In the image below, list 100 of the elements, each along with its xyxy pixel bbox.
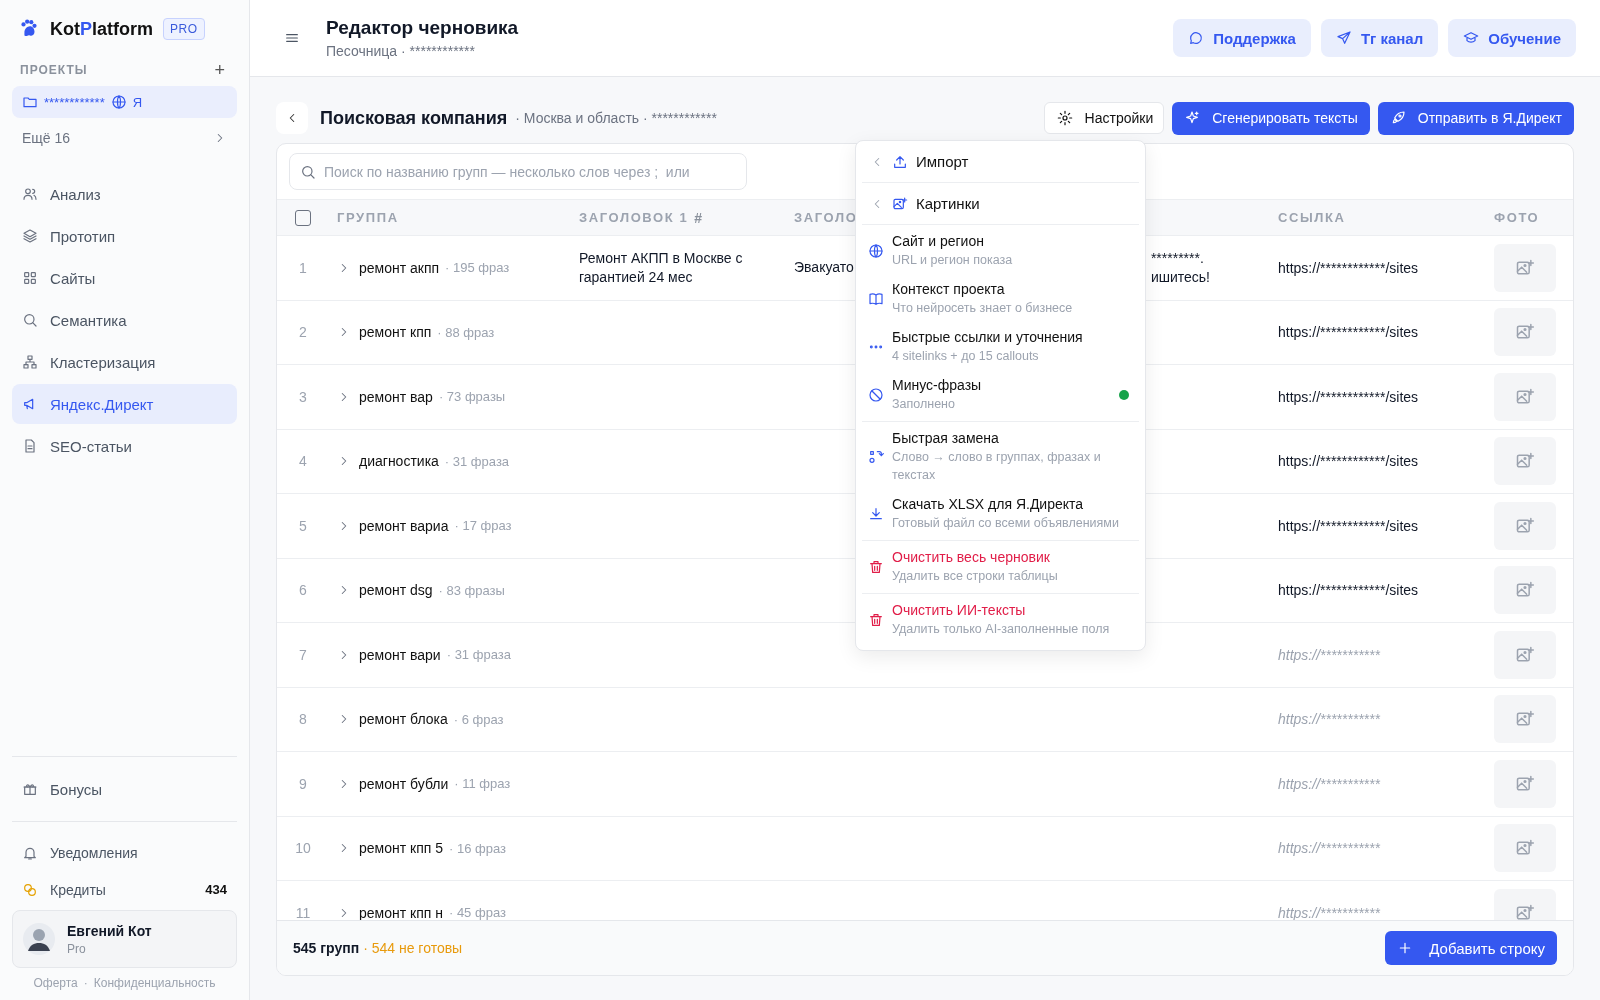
notifications-item[interactable]: Уведомления [12, 834, 237, 871]
layers-icon [22, 228, 38, 244]
header-button[interactable]: Тг канал [1320, 19, 1439, 57]
add-photo-button[interactable] [1494, 630, 1556, 679]
send-button[interactable]: Отправить в Я.Директ [1377, 101, 1574, 135]
search-engine-label: Я [132, 94, 143, 110]
page-subtitle: Песочница · ************ [326, 43, 476, 59]
phrase-count: · 17 фраз [454, 518, 512, 534]
image-plus-icon [1515, 257, 1535, 278]
separator-dot: · [83, 976, 88, 990]
nav-item[interactable]: Яндекс.Директ [12, 384, 237, 424]
phrase-count: · 45 фраз [448, 905, 506, 920]
menu-item-title: Скачать XLSX для Я.Директа [892, 496, 1085, 512]
row-number: 10 [295, 840, 311, 857]
group-total: 545 групп [293, 940, 360, 956]
select-all-checkbox[interactable] [295, 209, 311, 226]
user-card[interactable]: Евгений Кот Pro [12, 910, 237, 968]
group-name: ремонт dsg [359, 582, 433, 599]
nav-item[interactable]: Семантика [12, 300, 237, 340]
add-photo-button[interactable] [1494, 308, 1556, 357]
credits-item[interactable]: Кредиты 434 [12, 871, 237, 908]
menu-item[interactable]: Очистить весь черновик Удалить все строки таблицы [862, 543, 1139, 591]
menu-item-title: Очистить весь черновик [892, 549, 1051, 565]
menu-item[interactable]: Очистить ИИ-тексты Удалить только AI-заполненные поля [862, 596, 1139, 644]
more-label: Ещё 16 [22, 130, 71, 146]
generate-button[interactable]: Сгенерировать тексты [1172, 101, 1370, 135]
column-header: ЗАГОЛОВОК 1 [579, 210, 689, 225]
image-plus-icon [1515, 386, 1535, 407]
settings-button[interactable]: Настройки [1043, 102, 1165, 134]
url-cell: https://************/sites [1278, 582, 1419, 599]
nav-item[interactable]: Анализ [12, 174, 237, 214]
url-cell: https://************/sites [1278, 453, 1419, 470]
add-row-button[interactable]: Добавить строку [1385, 931, 1557, 965]
nav-item[interactable]: SEO-статьи [12, 426, 237, 466]
submenu-item[interactable]: Импорт [862, 143, 1139, 180]
add-project-button[interactable]: + [210, 59, 229, 81]
project-item[interactable]: ************ Я [12, 86, 237, 118]
phrase-count: · 16 фраз [449, 840, 506, 856]
folder-icon [22, 94, 38, 110]
menu-item[interactable]: Скачать XLSX для Я.Директа Готовый файл со всеми объявлениями [862, 490, 1139, 538]
add-photo-button[interactable] [1494, 759, 1556, 808]
add-photo-button[interactable] [1494, 501, 1556, 550]
submenu-item[interactable]: Картинки [862, 185, 1139, 222]
phrase-count: · 88 фраз [437, 324, 495, 340]
image-plus-icon [1515, 515, 1535, 536]
menu-item[interactable]: Быстрая замена Слово → слово в группах, фразах и текстах [862, 424, 1139, 490]
coins-icon [22, 881, 38, 898]
group-name: ремонт вари [359, 646, 441, 663]
add-photo-button[interactable] [1494, 695, 1556, 744]
row-number: 9 [299, 775, 307, 792]
add-photo-button[interactable] [1494, 372, 1556, 421]
row-number: 7 [299, 646, 307, 663]
headline-cell: Эвакуато [794, 258, 854, 278]
menu-item[interactable]: Сайт и регион URL и регион показа [862, 227, 1139, 275]
nav-label: Прототип [50, 227, 116, 245]
download-icon [868, 506, 884, 522]
search-field[interactable]: Поиск по названию групп — несколько слов через ; или [289, 153, 747, 190]
section-label: ПРОЕКТЫ [20, 63, 88, 77]
nav-label: Семантика [50, 311, 127, 329]
phrase-count: · 83 фразы [438, 582, 505, 598]
menu-item-title: Сайт и регион [892, 233, 985, 249]
user-name: Евгений Кот [67, 922, 152, 939]
phrase-count: · 6 фраз [453, 711, 504, 727]
nav-label: SEO-статьи [50, 437, 132, 455]
menu-item[interactable]: Минус-фразы Заполнено [862, 371, 1139, 419]
group-name: ремонт кпп 5 [359, 840, 443, 857]
add-photo-button[interactable] [1494, 566, 1556, 615]
menu-item-subtitle: Удалить только AI-заполненные поля [892, 621, 1111, 638]
nav-label: Сайты [50, 269, 96, 287]
credits-count: 434 [205, 882, 227, 897]
menu-item-subtitle: Готовый файл со всеми объявлениями [892, 515, 1120, 532]
phrase-count: · 31 фраза [444, 453, 510, 469]
add-photo-button[interactable] [1494, 243, 1556, 292]
header-button[interactable]: Поддержка [1173, 19, 1311, 57]
project-name: ************ [44, 94, 105, 110]
column-hash-mark: # [694, 209, 703, 226]
header-button[interactable]: Обучение [1448, 19, 1576, 57]
trash-icon [868, 559, 884, 575]
nav-item[interactable]: Кластеризация [12, 342, 237, 382]
nav-item[interactable]: Сайты [12, 258, 237, 298]
group-name: ремонт вар [359, 388, 433, 405]
menu-item[interactable]: Контекст проекта Что нейросеть знает о бизнесе [862, 275, 1139, 323]
group-name: ремонт акпп [359, 259, 440, 276]
add-photo-button[interactable] [1494, 824, 1556, 873]
row-number: 6 [299, 582, 307, 599]
row-number: 3 [299, 388, 307, 405]
bonus-item[interactable]: Бонусы [12, 769, 237, 809]
avatar-icon [23, 923, 55, 955]
more-projects-link[interactable]: Ещё 16 [12, 118, 237, 158]
menu-item[interactable]: Быстрые ссылки и уточнения 4 sitelinks + до 15 callouts [862, 323, 1139, 371]
swap-icon [868, 449, 884, 465]
menu-item-title: Импорт [916, 153, 969, 170]
image-plus-icon [1515, 644, 1535, 665]
url-cell: https://*********** [1278, 904, 1380, 920]
sparkle-icon [1184, 110, 1201, 126]
phrase-count: · 31 фраза [446, 647, 511, 663]
column-header: ГРУППА [337, 210, 399, 225]
add-photo-button[interactable] [1494, 437, 1556, 486]
nav-item[interactable]: Прототип [12, 216, 237, 256]
globe-icon [110, 94, 127, 110]
